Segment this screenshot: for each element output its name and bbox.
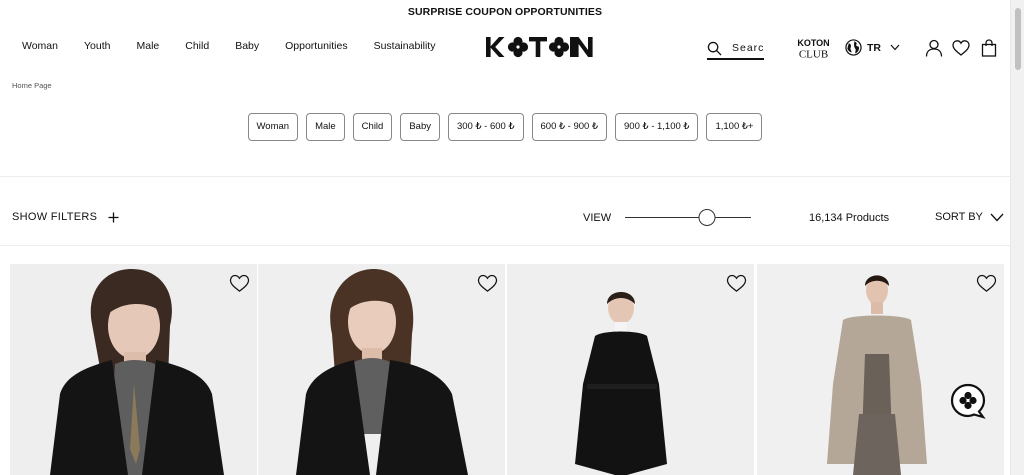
heart-outline-icon[interactable] bbox=[229, 274, 250, 293]
divider bbox=[0, 176, 1010, 177]
product-card[interactable] bbox=[757, 264, 1004, 475]
sort-by-label: SORT BY bbox=[935, 211, 983, 223]
chip-price-300-600[interactable]: 300 ₺ - 600 ₺ bbox=[447, 113, 524, 141]
chip-child[interactable]: Child bbox=[352, 113, 393, 141]
user-icon[interactable] bbox=[925, 39, 943, 57]
chip-price-600-900[interactable]: 600 ₺ - 900 ₺ bbox=[531, 113, 608, 141]
search-input[interactable] bbox=[732, 42, 764, 54]
show-filters-label: SHOW FILTERS bbox=[12, 211, 98, 223]
nav-item-youth[interactable]: Youth bbox=[84, 40, 110, 52]
view-label: VIEW bbox=[583, 212, 612, 224]
chip-baby[interactable]: Baby bbox=[400, 113, 440, 141]
chip-price-1100-plus[interactable]: 1,100 ₺+ bbox=[706, 113, 763, 141]
globe-icon bbox=[845, 39, 862, 56]
main-nav: Woman Youth Male Child Baby Opportunitie… bbox=[22, 40, 461, 52]
nav-item-woman[interactable]: Woman bbox=[22, 40, 58, 52]
heart-outline-icon[interactable] bbox=[477, 274, 498, 293]
chip-male[interactable]: Male bbox=[306, 113, 345, 141]
club-logo-bottom: CLUB bbox=[799, 49, 828, 60]
product-card[interactable] bbox=[10, 264, 257, 475]
page-scrollbar[interactable] bbox=[1010, 0, 1024, 475]
product-count: 16,134 Products bbox=[809, 212, 890, 224]
nav-item-sustainability[interactable]: Sustainability bbox=[374, 40, 436, 52]
chat-bubble-icon[interactable] bbox=[950, 383, 986, 419]
koton-club-logo[interactable]: KOTON CLUB bbox=[795, 37, 832, 59]
shopping-bag-icon[interactable] bbox=[980, 39, 998, 57]
sort-by-dropdown[interactable]: SORT BY bbox=[935, 211, 1004, 223]
slider-track bbox=[625, 217, 751, 218]
product-image bbox=[507, 264, 754, 475]
nav-item-opportunities[interactable]: Opportunities bbox=[285, 40, 347, 52]
product-card[interactable] bbox=[258, 264, 505, 475]
nav-item-male[interactable]: Male bbox=[136, 40, 159, 52]
scrollbar-thumb[interactable] bbox=[1015, 8, 1021, 70]
club-logo-top: KOTON bbox=[797, 38, 829, 48]
nav-item-child[interactable]: Child bbox=[185, 40, 209, 52]
plus-icon bbox=[108, 212, 119, 222]
language-selector[interactable]: TR bbox=[845, 39, 900, 56]
view-size-slider[interactable] bbox=[625, 209, 751, 227]
product-image bbox=[757, 264, 1004, 475]
show-filters-button[interactable]: SHOW FILTERS bbox=[12, 211, 119, 223]
search-box[interactable] bbox=[707, 38, 764, 60]
language-code: TR bbox=[867, 41, 881, 54]
koton-logo[interactable] bbox=[484, 32, 598, 62]
divider bbox=[0, 245, 1010, 246]
product-image bbox=[10, 264, 257, 475]
heart-outline-icon[interactable] bbox=[726, 274, 747, 293]
chevron-down-icon bbox=[990, 213, 1004, 221]
search-icon bbox=[707, 41, 722, 56]
chip-woman[interactable]: Woman bbox=[247, 113, 299, 141]
breadcrumb[interactable]: Home Page bbox=[12, 81, 52, 90]
product-image bbox=[258, 264, 505, 475]
product-card[interactable] bbox=[507, 264, 754, 475]
chip-price-900-1100[interactable]: 900 ₺ - 1,100 ₺ bbox=[615, 113, 699, 141]
announcement-bar[interactable]: SURPRISE COUPON OPPORTUNITIES bbox=[0, 0, 1010, 24]
heart-outline-icon[interactable] bbox=[976, 274, 997, 293]
chevron-down-icon bbox=[890, 44, 900, 51]
slider-handle[interactable] bbox=[698, 209, 716, 226]
heart-icon[interactable] bbox=[952, 39, 970, 57]
quick-filter-chips: Woman Male Child Baby 300 ₺ - 600 ₺ 600 … bbox=[0, 113, 1010, 141]
nav-item-baby[interactable]: Baby bbox=[235, 40, 259, 52]
